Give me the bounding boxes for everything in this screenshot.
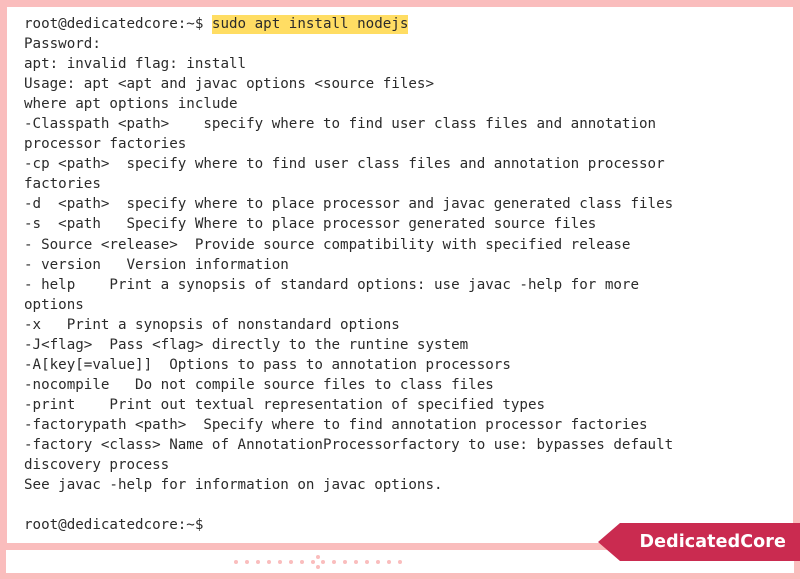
ornament-dot xyxy=(354,559,358,564)
ornament-cluster-dot-left xyxy=(311,559,315,564)
terminal-line: discovery process xyxy=(24,457,170,474)
terminal-line: -nocompile Do not compile source files t… xyxy=(24,376,494,393)
ornament-cluster-dot-bottom xyxy=(316,564,320,569)
terminal-line: root@dedicatedcore:~$ sudo apt install n… xyxy=(24,14,786,34)
terminal-line: -s <path Specify Where to place processo… xyxy=(24,216,597,233)
ornament-dot xyxy=(365,559,369,564)
terminal-line: -Classpath <path> specify where to find … xyxy=(24,116,657,133)
shell-prompt: root@dedicatedcore:~$ xyxy=(24,16,212,32)
ornament-dot xyxy=(300,559,304,564)
terminal-line: -cp <path> specify where to find user cl… xyxy=(24,156,665,173)
terminal-line: - version Version information xyxy=(24,256,289,273)
terminal-line: options xyxy=(24,296,84,313)
terminal-line: -d <path> specify where to place process… xyxy=(24,196,674,213)
ornament-dot xyxy=(278,559,282,564)
ornament-cluster-dot-top xyxy=(316,554,320,559)
terminal-line: Usage: apt <apt and javac options <sourc… xyxy=(24,76,434,93)
terminal-output[interactable]: root@dedicatedcore:~$ sudo apt install n… xyxy=(24,14,786,535)
terminal-line: apt: invalid flag: install xyxy=(24,56,247,73)
terminal-line: - help Print a synopsis of standard opti… xyxy=(24,276,639,293)
ornament-dot xyxy=(245,559,249,564)
ornament-dot xyxy=(332,559,336,564)
terminal-line: -x Print a synopsis of nonstandard optio… xyxy=(24,316,400,333)
ornament-dot xyxy=(256,559,260,564)
ornament-dot xyxy=(387,559,391,564)
dot-ornament-decoration xyxy=(234,550,402,573)
terminal-line: -A[key[=value]] Options to pass to annot… xyxy=(24,356,511,373)
ornament-dot-cluster xyxy=(311,554,325,569)
ornament-dot xyxy=(234,559,238,564)
brand-ribbon: DedicatedCore xyxy=(598,523,800,561)
terminal-line: -print Print out textual representation … xyxy=(24,396,546,413)
ornament-dot xyxy=(289,559,293,564)
terminal-line: -J<flag> Pass <flag> directly to the run… xyxy=(24,336,469,353)
ornament-cluster-dot-right xyxy=(321,559,325,564)
ornament-dot xyxy=(343,559,347,564)
terminal-line: Password: xyxy=(24,36,101,53)
ornament-dot xyxy=(267,559,271,564)
ornament-dot xyxy=(376,559,380,564)
highlighted-command[interactable]: sudo apt install nodejs xyxy=(211,15,409,34)
brand-label: DedicatedCore xyxy=(639,532,786,552)
terminal-line: See javac -help for information on javac… xyxy=(24,477,443,494)
terminal-line: -factorypath <path> Specify where to fin… xyxy=(24,416,648,433)
terminal-line: factories xyxy=(24,176,101,193)
terminal-line: processor factories xyxy=(24,136,187,153)
terminal-line: - Source <release> Provide source compat… xyxy=(24,236,631,253)
terminal-line: where apt options include xyxy=(24,96,238,113)
terminal-window: root@dedicatedcore:~$ sudo apt install n… xyxy=(0,0,800,543)
ornament-dot xyxy=(398,559,402,564)
terminal-line: -factory <class> Name of AnnotationProce… xyxy=(24,436,674,453)
